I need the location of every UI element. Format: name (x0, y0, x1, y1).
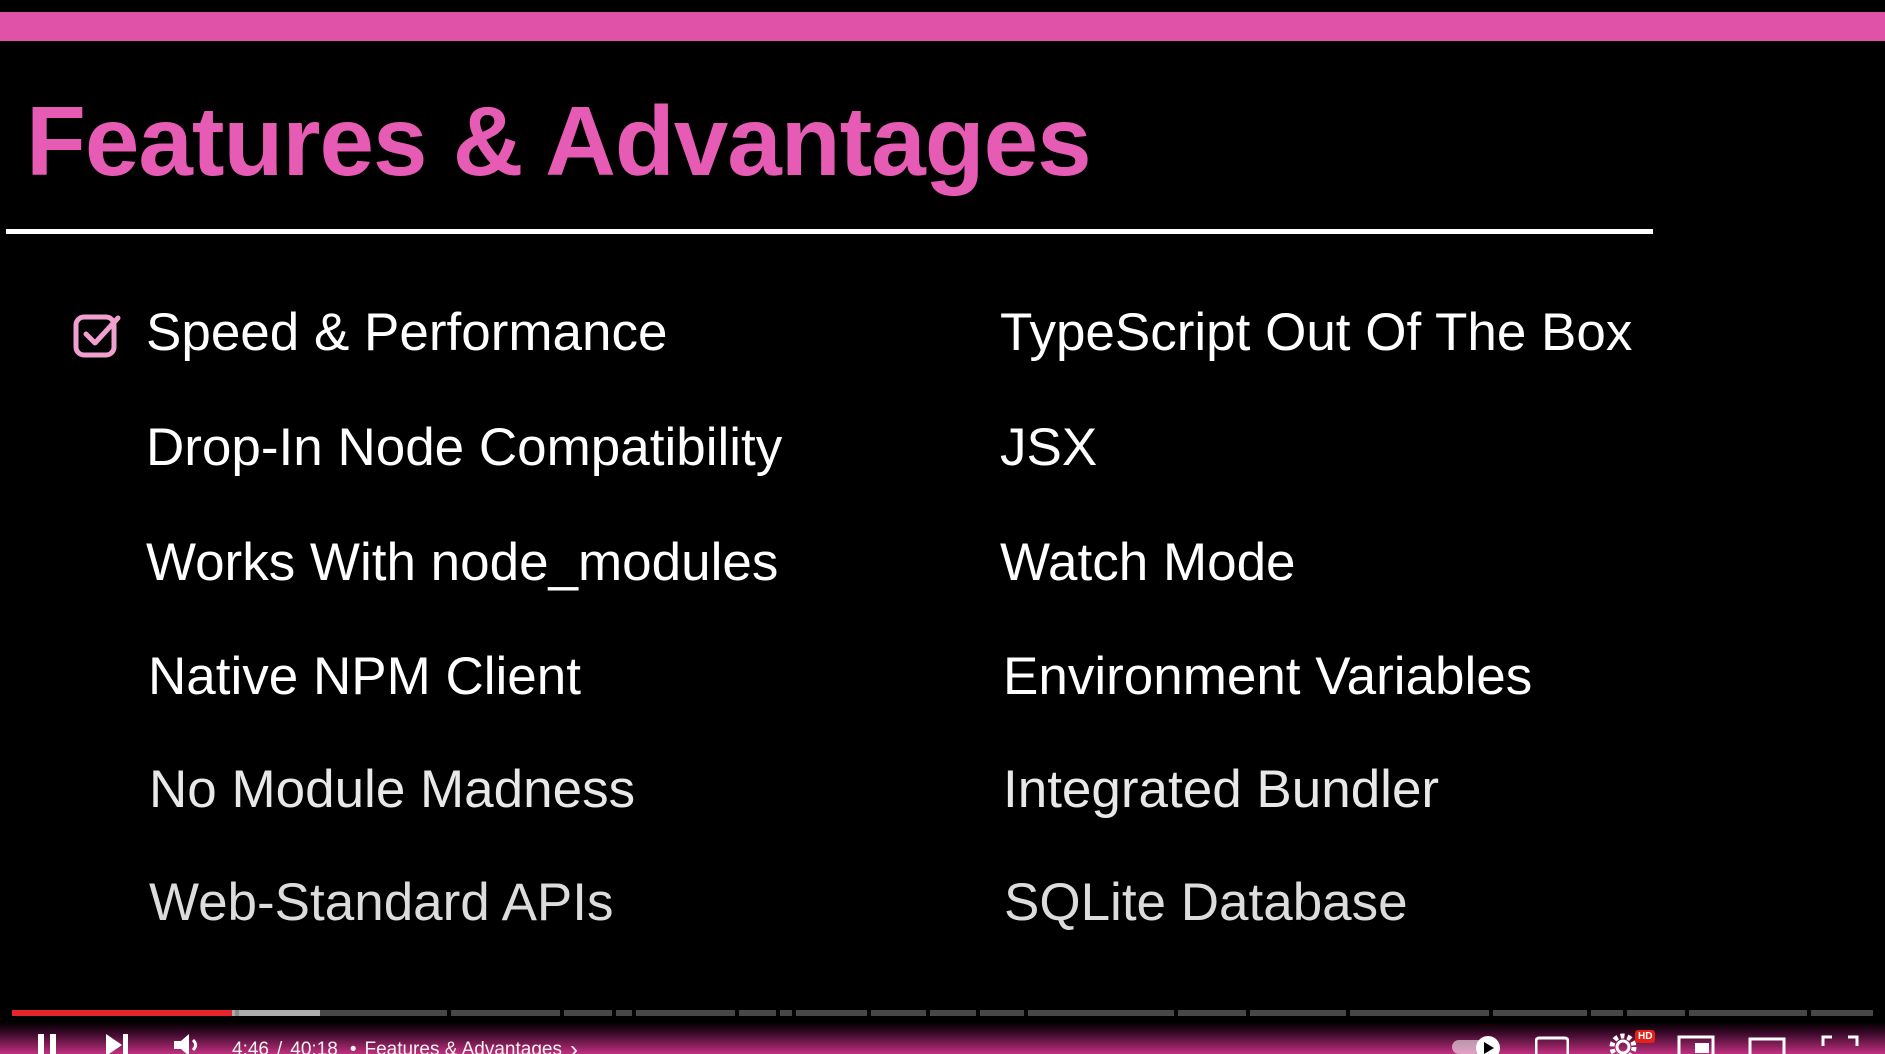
feature-item-no-module-madness: No Module Madness (149, 760, 636, 819)
captions-button[interactable] (1535, 1036, 1569, 1054)
autoplay-toggle[interactable] (1450, 1034, 1504, 1054)
fullscreen-button[interactable] (1820, 1034, 1860, 1054)
chapter-segment[interactable] (1250, 1010, 1346, 1016)
chapter-segment[interactable] (780, 1010, 792, 1016)
time-display: 4:46 / 40:18 • Features & Advantages › (232, 1038, 578, 1054)
chapter-bullet: • (349, 1039, 357, 1054)
chapter-segment[interactable] (564, 1010, 612, 1016)
mute-button[interactable] (170, 1032, 206, 1054)
feature-item-native-npm-client: Native NPM Client (148, 647, 581, 706)
chapter-segment[interactable] (451, 1010, 560, 1016)
theater-mode-icon (1748, 1037, 1786, 1054)
time-separator: / (276, 1039, 283, 1054)
pause-button[interactable] (30, 1032, 64, 1054)
pause-icon (38, 1034, 56, 1054)
video-frame[interactable]: Features & Advantages Speed & Performanc… (0, 0, 1885, 1054)
duration: 40:18 (290, 1039, 338, 1054)
slide-top-band (0, 12, 1885, 41)
autoplay-toggle-icon (1452, 1036, 1500, 1054)
next-icon (106, 1034, 128, 1054)
played-fill (12, 1010, 233, 1016)
chapter-segment[interactable] (796, 1010, 867, 1016)
chapter-segment[interactable] (1493, 1010, 1587, 1016)
chapter-segment[interactable] (616, 1010, 632, 1016)
feature-item-typescript: TypeScript Out Of The Box (1000, 303, 1633, 362)
feature-item-environment-variables: Environment Variables (1003, 647, 1533, 706)
chevron-right-icon: › (569, 1036, 578, 1054)
volume-icon (174, 1034, 197, 1054)
chapter-segment[interactable] (930, 1010, 976, 1016)
miniplayer-button[interactable] (1677, 1034, 1715, 1054)
feature-item-speed-performance: Speed & Performance (146, 303, 668, 362)
feature-item-drop-in-node-compatibility: Drop-In Node Compatibility (146, 418, 783, 477)
chapter-segment[interactable] (1028, 1010, 1174, 1016)
chapter-segment[interactable] (1689, 1010, 1807, 1016)
feature-item-watch-mode: Watch Mode (1000, 533, 1296, 592)
chapter-segment[interactable] (1627, 1010, 1685, 1016)
feature-item-jsx: JSX (1000, 418, 1098, 477)
chapter-title-button[interactable]: Features & Advantages (364, 1039, 562, 1054)
chapter-segment[interactable] (980, 1010, 1024, 1016)
chapter-segment[interactable] (1178, 1010, 1246, 1016)
chapter-segment[interactable] (1811, 1010, 1873, 1016)
theater-mode-button[interactable] (1748, 1036, 1786, 1054)
miniplayer-icon (1677, 1035, 1715, 1054)
feature-item-works-with-node-modules: Works With node_modules (146, 533, 779, 592)
feature-item-sqlite-database: SQLite Database (1004, 873, 1408, 932)
fullscreen-icon (1821, 1035, 1859, 1046)
slide-title: Features & Advantages (26, 86, 1092, 196)
feature-item-web-standard-apis: Web-Standard APIs (149, 873, 614, 932)
chapter-segment[interactable] (871, 1010, 926, 1016)
hd-badge: HD (1635, 1030, 1656, 1043)
chapter-segment[interactable] (1350, 1010, 1489, 1016)
chapter-segment[interactable] (636, 1010, 735, 1016)
checkbox-checked-icon (73, 314, 121, 358)
feature-item-integrated-bundler: Integrated Bundler (1003, 760, 1440, 819)
next-button[interactable] (100, 1032, 134, 1054)
chapter-segment[interactable] (1591, 1010, 1623, 1016)
current-time: 4:46 (232, 1039, 269, 1054)
chapter-segment[interactable] (739, 1010, 776, 1016)
title-divider (6, 229, 1653, 234)
captions-icon (1535, 1036, 1569, 1054)
progress-bar[interactable] (12, 1010, 1873, 1016)
